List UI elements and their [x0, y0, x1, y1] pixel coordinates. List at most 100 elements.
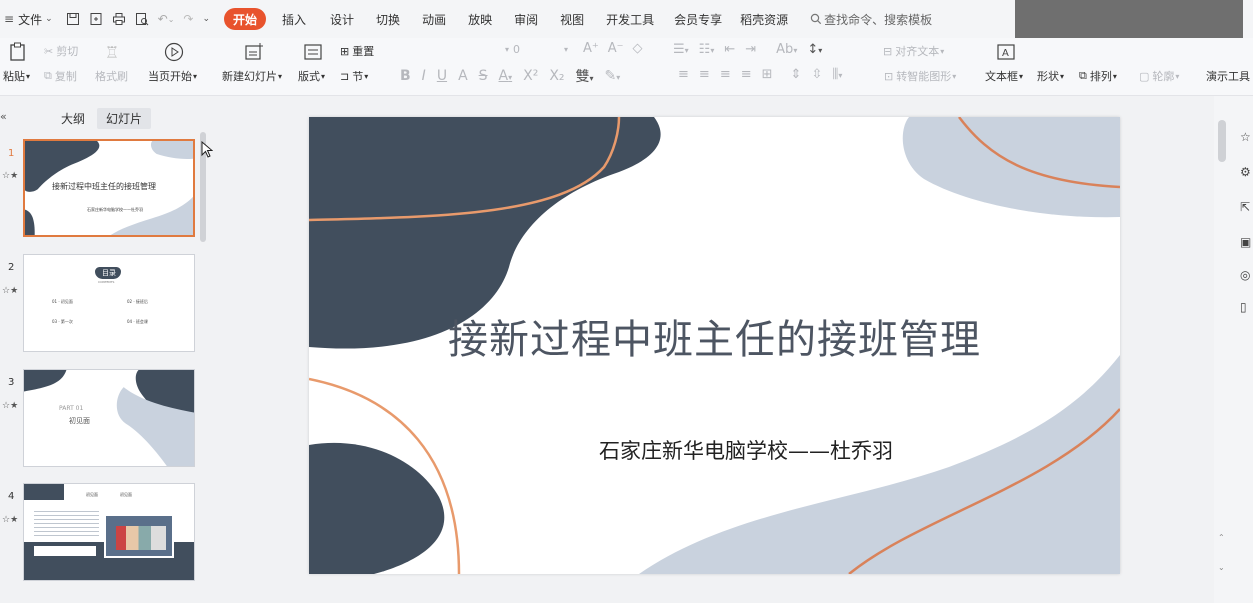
paste-label: 粘贴	[3, 70, 25, 83]
canvas-scrollbar[interactable]	[1218, 120, 1226, 162]
tab-developer[interactable]: 开发工具	[599, 8, 661, 30]
text-box-icon[interactable]: A	[995, 41, 1017, 63]
undo-icon[interactable]: ↶ ⌄	[158, 12, 175, 26]
scroll-up-arrows-icon[interactable]: ⌃	[1218, 533, 1225, 542]
increase-font-icon[interactable]: A⁺	[583, 41, 599, 56]
print-icon[interactable]	[112, 12, 126, 26]
export-pdf-icon[interactable]	[89, 12, 103, 26]
thumb-4-header: 初见面	[120, 492, 132, 497]
tab-member[interactable]: 会员专享	[667, 8, 729, 30]
underline-icon[interactable]: U	[437, 68, 447, 84]
reset-button[interactable]: ⊞ 重置	[340, 43, 374, 59]
numbered-list-icon[interactable]: ☷▾	[699, 42, 715, 57]
align-text-button[interactable]: ⊟ 对齐文本 ▾	[883, 43, 944, 59]
highlight-icon[interactable]: ✎▾	[605, 68, 621, 84]
print-preview-icon[interactable]	[135, 12, 149, 26]
tab-slides[interactable]: 幻灯片	[97, 108, 152, 129]
align-right-icon[interactable]: ≡	[720, 67, 731, 82]
format-painter-icon[interactable]: ♖	[101, 41, 123, 63]
customize-toolbar-icon[interactable]: ⌄	[202, 14, 210, 24]
slide-subtitle[interactable]: 石家庄新华电脑学校——杜乔羽	[599, 435, 893, 465]
new-slide-icon[interactable]	[243, 41, 265, 63]
outline-icon: ▢	[1139, 69, 1150, 83]
shadow-icon[interactable]: S	[479, 68, 488, 84]
decrease-font-icon[interactable]: A⁻	[608, 41, 624, 56]
scissors-icon: ✂	[44, 44, 54, 58]
slide-thumbnail-2[interactable]: 目录 CONTENTS 01 · 初见面 02 · 接班后 03 · 第一次 0…	[23, 254, 195, 352]
columns-icon[interactable]: ⫼▾	[832, 67, 842, 82]
layout-icon[interactable]	[302, 41, 324, 63]
paste-button[interactable]: 粘贴 ▾	[3, 68, 30, 84]
slide-thumbnail-1[interactable]: 接新过程中班主任的接班管理 石家庄新华电脑学校——杜乔羽	[23, 139, 195, 237]
pin-icon[interactable]: ☆	[1240, 130, 1253, 144]
collapse-pane-icon[interactable]: «	[0, 110, 7, 123]
text-box-button[interactable]: 文本框 ▾	[985, 68, 1023, 84]
tab-review[interactable]: 审阅	[507, 8, 545, 30]
increase-indent-icon[interactable]: ⇥	[745, 42, 756, 57]
tab-transition[interactable]: 切换	[369, 8, 407, 30]
phonetic-icon[interactable]: 雙▾	[576, 66, 594, 86]
copy-button[interactable]: ⧉ 复制	[44, 68, 77, 84]
search-icon	[810, 13, 822, 25]
arrange-button[interactable]: ⧉ 排列 ▾	[1079, 68, 1117, 84]
redo-icon[interactable]: ↷	[183, 12, 193, 26]
file-menu[interactable]: ≡ 文件 ⌄	[0, 8, 60, 30]
paste-icon[interactable]	[7, 41, 29, 63]
align-left-icon[interactable]: ≡	[678, 67, 689, 82]
current-slide[interactable]: 接新过程中班主任的接班管理 石家庄新华电脑学校——杜乔羽	[309, 117, 1120, 574]
clear-format-icon[interactable]: ◇	[633, 41, 643, 56]
paragraph-spacing-icon[interactable]: ⇳	[811, 67, 822, 82]
slide-thumbnail-3[interactable]: PART 01 初见面	[23, 369, 195, 467]
tab-design[interactable]: 设计	[323, 8, 361, 30]
picture-icon[interactable]: ▣	[1240, 235, 1253, 249]
layout-button[interactable]: 版式 ▾	[298, 68, 325, 84]
superscript-icon[interactable]: X²	[523, 68, 538, 84]
bold-icon[interactable]: B	[400, 68, 411, 84]
hamburger-icon: ≡	[4, 12, 15, 26]
present-tools-label: 演示工具	[1206, 70, 1250, 83]
subscript-icon[interactable]: X₂	[549, 68, 564, 84]
tab-view[interactable]: 视图	[553, 8, 591, 30]
strikethrough-icon[interactable]: A	[458, 68, 468, 84]
tab-docer[interactable]: 稻壳资源	[733, 8, 795, 30]
command-search[interactable]: 查找命令、搜索模板	[803, 8, 939, 30]
tab-slideshow[interactable]: 放映	[461, 8, 499, 30]
align-center-icon[interactable]: ≡	[699, 67, 710, 82]
section-button[interactable]: ⊐ 节 ▾	[340, 68, 368, 84]
present-tools-button[interactable]: 演示工具	[1206, 68, 1250, 84]
column-spacing-icon[interactable]: ⇕	[791, 67, 802, 82]
scroll-down-arrows-icon[interactable]: ⌄	[1218, 563, 1225, 572]
outline-button[interactable]: ▢ 轮廓 ▾	[1139, 68, 1179, 84]
play-icon[interactable]	[163, 41, 185, 63]
shape-button[interactable]: 形状 ▾	[1037, 68, 1064, 84]
format-painter-button[interactable]: 格式刷	[95, 68, 128, 84]
slide-title[interactable]: 接新过程中班主任的接班管理	[309, 307, 1120, 365]
tab-home[interactable]: 开始	[224, 8, 267, 30]
bullet-list-icon[interactable]: ☰▾	[673, 42, 689, 57]
tab-animation[interactable]: 动画	[415, 8, 453, 30]
font-color-icon[interactable]: A▾	[499, 68, 513, 84]
from-current-button[interactable]: 当页开始 ▾	[148, 68, 197, 84]
italic-icon[interactable]: I	[422, 68, 426, 84]
tab-insert[interactable]: 插入	[275, 8, 313, 30]
chevron-down-icon: ▾	[193, 71, 198, 81]
smart-art-button[interactable]: ⊡ 转智能图形 ▾	[884, 68, 956, 84]
distribute-icon[interactable]: ⊞	[762, 67, 773, 82]
animation-star-icon: ☆★	[2, 515, 19, 525]
share-icon[interactable]: ⇱	[1240, 200, 1253, 214]
settings-icon[interactable]: ◎	[1240, 268, 1253, 282]
decrease-indent-icon[interactable]: ⇤	[724, 42, 735, 57]
text-direction-icon[interactable]: Ab▾	[776, 42, 797, 57]
cut-button[interactable]: ✂ 剪切	[44, 43, 78, 59]
file-menu-label: 文件	[18, 12, 43, 27]
adjust-icon[interactable]: ⚙	[1240, 165, 1253, 179]
font-size-select[interactable]: ▾ 0 ▾	[505, 43, 573, 56]
new-slide-button[interactable]: 新建幻灯片 ▾	[222, 68, 282, 84]
book-icon[interactable]: ▯	[1240, 300, 1253, 314]
line-spacing-icon[interactable]: ↕▾	[807, 42, 822, 57]
save-icon[interactable]	[66, 12, 80, 26]
slide-thumbnail-4[interactable]: 初见面 初见面	[23, 483, 195, 581]
justify-icon[interactable]: ≡	[741, 67, 752, 82]
tab-outline[interactable]: 大纲	[61, 110, 85, 127]
shape-label: 形状	[1037, 70, 1059, 83]
